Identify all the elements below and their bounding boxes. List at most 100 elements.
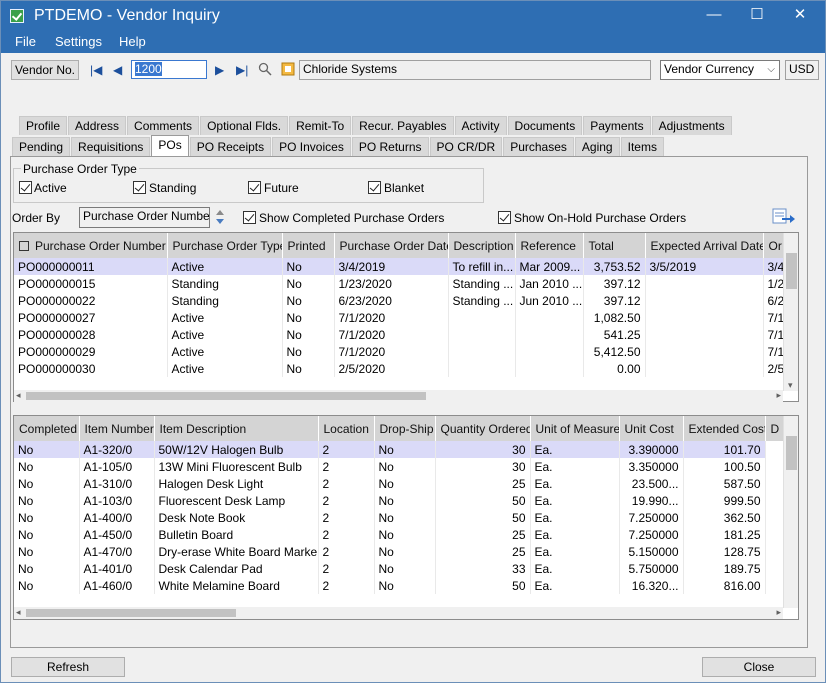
sort-updown-icon[interactable] <box>215 208 225 226</box>
tab-adjustments[interactable]: Adjustments <box>651 116 732 135</box>
item-row[interactable]: No A1-460/0 White Melamine Board 2 No 50 Ea. 16… <box>14 577 798 594</box>
item-row[interactable]: No A1-400/0 Desk Note Book 2 No 50 Ea. 7.250000… <box>14 509 798 526</box>
po-col-description[interactable]: Description <box>448 233 516 258</box>
tab-items[interactable]: Items <box>620 137 664 156</box>
future-checkbox[interactable] <box>248 181 261 194</box>
item-row[interactable]: No A1-105/0 13W Mini Fluorescent Bulb 2 No 30… <box>14 458 798 475</box>
last-record-icon[interactable]: ▶| <box>236 63 248 77</box>
item-col-completed[interactable]: Completed <box>14 416 80 441</box>
item-row[interactable]: No A1-450/0 Bulletin Board 2 No 25 Ea. 7.250000… <box>14 526 798 543</box>
item-grid-vscroll-thumb[interactable] <box>786 436 797 470</box>
item-grid-vertical-scrollbar[interactable] <box>783 416 798 608</box>
po-row-cell <box>645 326 764 343</box>
menu-settings[interactable]: Settings <box>55 34 102 49</box>
minimize-button[interactable]: — <box>691 1 737 31</box>
scroll-right-arrow-icon[interactable]: ▸ <box>776 607 781 618</box>
tab-profile[interactable]: Profile <box>19 116 68 135</box>
menu-file[interactable]: File <box>15 34 36 49</box>
po-row[interactable]: PO000000028 Active No 7/1/2020 541.25 7/1 <box>14 326 798 343</box>
tab-address[interactable]: Address <box>68 116 127 135</box>
show-completed-checkbox[interactable] <box>243 211 256 224</box>
po-col-total[interactable]: Total <box>583 233 646 258</box>
item-col-extended-cost[interactable]: Extended Cost <box>683 416 766 441</box>
item-grid-hscroll-thumb[interactable] <box>26 609 236 617</box>
po-grid-horizontal-scrollbar[interactable]: ◂ ▸ <box>14 390 783 402</box>
item-row[interactable]: No A1-470/0 Dry-erase White Board Markers 2… <box>14 543 798 560</box>
tab-aging[interactable]: Aging <box>574 137 620 156</box>
show-onhold-checkbox[interactable] <box>498 211 511 224</box>
item-row-cell: Ea. <box>530 492 620 509</box>
item-col-qty-ordered[interactable]: Quantity Ordered <box>435 416 531 441</box>
tab-comments[interactable]: Comments <box>127 116 200 135</box>
vendor-no-button[interactable]: Vendor No. <box>11 60 79 80</box>
po-row-cell: Active <box>167 343 283 360</box>
item-grid-horizontal-scrollbar[interactable]: ◂ ▸ <box>14 607 783 619</box>
item-row-cell: No <box>14 560 80 577</box>
first-record-icon[interactable]: |◀ <box>90 63 102 77</box>
scroll-left-arrow-icon[interactable]: ◂ <box>16 390 21 401</box>
tab-po-invoices[interactable]: PO Invoices <box>272 137 351 156</box>
finder-search-icon[interactable] <box>258 62 272 76</box>
tab-po-receipts[interactable]: PO Receipts <box>189 137 272 156</box>
po-grid-hscroll-thumb[interactable] <box>26 392 426 400</box>
tab-po-returns[interactable]: PO Returns <box>351 137 429 156</box>
tab-purchases[interactable]: Purchases <box>503 137 574 156</box>
order-by-field[interactable]: Purchase Order Number <box>79 207 210 228</box>
po-row[interactable]: PO000000027 Active No 7/1/2020 1,082.50 7/1 <box>14 309 798 326</box>
export-icon[interactable] <box>772 207 796 225</box>
item-row-cell: 30 <box>435 458 531 475</box>
item-col-location[interactable]: Location <box>318 416 375 441</box>
item-col-number[interactable]: Item Number <box>79 416 155 441</box>
vendor-notes-icon[interactable] <box>281 62 295 76</box>
previous-record-icon[interactable]: ◀ <box>113 63 122 77</box>
vendor-no-input[interactable]: 1200 <box>131 60 207 79</box>
po-col-number[interactable]: Purchase Order Number <box>14 233 168 258</box>
item-col-description[interactable]: Item Description <box>154 416 319 441</box>
po-grid-vscroll-thumb[interactable] <box>786 253 797 289</box>
tab-activity[interactable]: Activity <box>454 116 507 135</box>
item-row[interactable]: No A1-320/0 50W/12V Halogen Bulb 2 No 30 Ea. 3.… <box>14 441 798 458</box>
item-col-unit-cost[interactable]: Unit Cost <box>619 416 684 441</box>
tab-optional-fields[interactable]: Optional Flds. <box>200 116 289 135</box>
po-col-date[interactable]: Purchase Order Date <box>334 233 449 258</box>
tab-pending[interactable]: Pending <box>12 137 71 156</box>
po-col-expected-arrival[interactable]: Expected Arrival Date <box>645 233 764 258</box>
scroll-left-arrow-icon[interactable]: ◂ <box>16 607 21 618</box>
po-col-printed[interactable]: Printed <box>282 233 335 258</box>
item-row[interactable]: No A1-310/0 Halogen Desk Light 2 No 25 Ea. 23.5… <box>14 475 798 492</box>
po-row[interactable]: PO000000015 Standing No 1/23/2020 Standing .… <box>14 275 798 292</box>
po-row[interactable]: PO000000022 Standing No 6/23/2020 Standing .… <box>14 292 798 309</box>
po-col-type[interactable]: Purchase Order Type <box>167 233 283 258</box>
show-onhold-label: Show On-Hold Purchase Orders <box>514 211 687 225</box>
active-checkbox[interactable] <box>19 181 32 194</box>
item-col-drop-ship[interactable]: Drop-Ship <box>374 416 436 441</box>
po-row[interactable]: PO000000029 Active No 7/1/2020 5,412.50 7/1 <box>14 343 798 360</box>
close-window-button[interactable]: ✕ <box>777 1 823 31</box>
po-grid-vertical-scrollbar[interactable]: ▾ <box>783 233 798 391</box>
scroll-down-arrow-icon[interactable]: ▾ <box>788 380 793 391</box>
po-col-reference[interactable]: Reference <box>515 233 584 258</box>
tab-remit-to[interactable]: Remit-To <box>289 116 352 135</box>
next-record-icon[interactable]: ▶ <box>215 63 224 77</box>
item-row-cell: Desk Note Book <box>154 509 319 526</box>
tab-pos[interactable]: POs <box>151 135 189 156</box>
column-selector-icon[interactable] <box>19 240 29 251</box>
tab-recur-payables[interactable]: Recur. Payables <box>352 116 454 135</box>
po-row[interactable]: PO000000011 Active No 3/4/2019 To refill in.… <box>14 258 798 275</box>
po-row[interactable]: PO000000030 Active No 2/5/2020 0.00 2/5 <box>14 360 798 377</box>
tab-payments[interactable]: Payments <box>583 116 651 135</box>
scroll-right-arrow-icon[interactable]: ▸ <box>776 390 781 401</box>
standing-checkbox[interactable] <box>133 181 146 194</box>
refresh-button[interactable]: Refresh <box>11 657 125 677</box>
blanket-checkbox[interactable] <box>368 181 381 194</box>
menu-help[interactable]: Help <box>119 34 146 49</box>
tab-requisitions[interactable]: Requisitions <box>71 137 151 156</box>
close-button[interactable]: Close <box>702 657 816 677</box>
maximize-button[interactable]: ☐ <box>734 1 780 31</box>
tab-documents[interactable]: Documents <box>507 116 583 135</box>
item-row[interactable]: No A1-103/0 Fluorescent Desk Lamp 2 No 50 Ea. 1… <box>14 492 798 509</box>
tab-po-cr-dr[interactable]: PO CR/DR <box>429 137 503 156</box>
item-col-uom[interactable]: Unit of Measure <box>530 416 620 441</box>
item-row[interactable]: No A1-401/0 Desk Calendar Pad 2 No 33 Ea. 5.750… <box>14 560 798 577</box>
currency-select[interactable]: Vendor Currency ⌵ <box>660 60 780 80</box>
